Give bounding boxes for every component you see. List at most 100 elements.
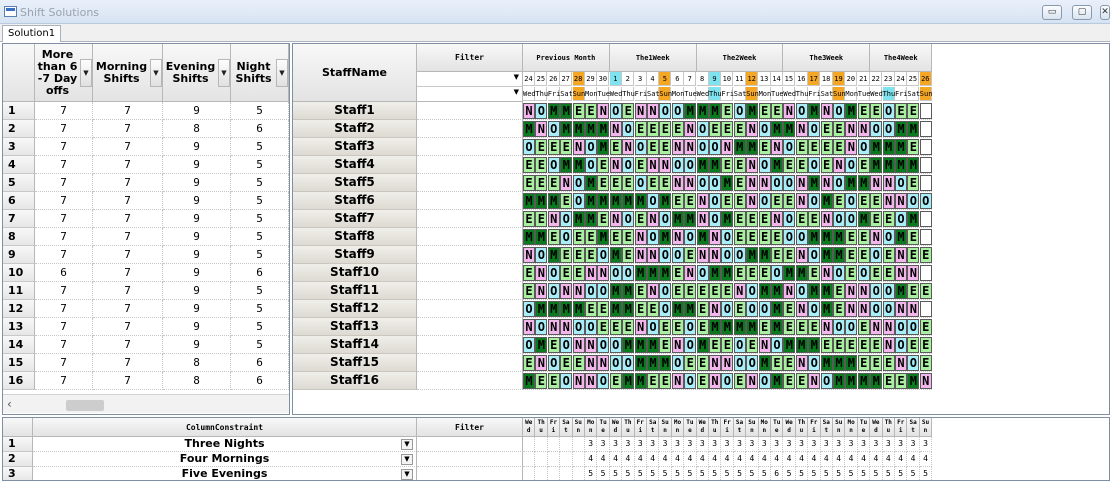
shift-cell[interactable]: E	[659, 121, 672, 137]
shift-cell[interactable]: N	[709, 355, 721, 371]
shift-cell[interactable]: O	[795, 283, 808, 299]
scroll-left-icon[interactable]: ‹	[7, 397, 12, 411]
horizontal-scrollbar[interactable]: ‹	[3, 394, 289, 413]
shift-cell[interactable]: E	[560, 139, 573, 155]
chevron-down-icon[interactable]: ▼	[218, 59, 230, 87]
summary-cell[interactable]: 6	[231, 264, 289, 282]
shift-cell[interactable]: M	[833, 247, 845, 263]
constraint-value[interactable]	[523, 437, 536, 452]
shift-cell[interactable]: O	[721, 247, 734, 263]
shift-cell[interactable]: E	[808, 211, 821, 227]
shift-cell[interactable]: M	[560, 301, 573, 317]
shift-cell[interactable]: N	[857, 301, 870, 317]
shift-cell[interactable]: E	[758, 265, 771, 281]
shift-cell[interactable]: N	[746, 373, 759, 389]
shift-cell[interactable]: O	[659, 103, 672, 119]
constraint-value[interactable]	[547, 452, 561, 467]
shift-cell[interactable]: M	[783, 121, 796, 137]
shift-cell[interactable]: N	[634, 103, 647, 119]
shift-cell[interactable]: O	[634, 139, 647, 155]
constraint-value[interactable]: 4	[585, 452, 598, 467]
shift-cell[interactable]: E	[783, 301, 796, 317]
shift-cell[interactable]: E	[659, 373, 672, 389]
shift-cell[interactable]: O	[895, 337, 907, 353]
shift-cell[interactable]: M	[857, 373, 870, 389]
shift-cell[interactable]: O	[696, 175, 709, 191]
shift-cell[interactable]: O	[671, 355, 684, 371]
shift-cell[interactable]: M	[535, 193, 548, 209]
summary-cell[interactable]: 7	[35, 120, 93, 138]
week-group-header[interactable]: The2Week	[696, 44, 784, 72]
shift-cell[interactable]: E	[746, 337, 759, 353]
shift-cell[interactable]: E	[647, 175, 659, 191]
shift-cell[interactable]: O	[771, 337, 783, 353]
shift-cell[interactable]: E	[795, 157, 808, 173]
shift-cell[interactable]: M	[709, 157, 721, 173]
shift-cell[interactable]: O	[709, 211, 721, 227]
staff-filter-cell[interactable]	[417, 192, 523, 210]
constraint-value[interactable]: 3	[634, 437, 647, 452]
constraint-value[interactable]	[548, 467, 561, 480]
summary-cell[interactable]: 9	[163, 282, 231, 300]
shift-cell[interactable]: E	[895, 373, 907, 389]
constraint-value[interactable]: 3	[882, 437, 895, 452]
shift-cell[interactable]: N	[795, 301, 808, 317]
shift-cell[interactable]: E	[585, 103, 597, 119]
shift-cell[interactable]: E	[857, 229, 870, 245]
shift-cell[interactable]: E	[833, 121, 845, 137]
shift-cell[interactable]: O	[746, 301, 759, 317]
shift-cell[interactable]: N	[647, 283, 659, 299]
shift-cell[interactable]: E	[895, 103, 907, 119]
shift-cell[interactable]: E	[833, 301, 845, 317]
shift-cell[interactable]: N	[907, 301, 920, 317]
shift-cell[interactable]: N	[721, 355, 734, 371]
shift-cell[interactable]: E	[535, 175, 548, 191]
shift-cell[interactable]: N	[795, 121, 808, 137]
shift-cell[interactable]: O	[560, 229, 573, 245]
shift-cell[interactable]: E	[733, 157, 746, 173]
shift-cell[interactable]: M	[845, 355, 858, 371]
shift-cell[interactable]: O	[808, 355, 821, 371]
shift-cell[interactable]: O	[771, 175, 783, 191]
shift-cell[interactable]: O	[622, 265, 635, 281]
shift-cell[interactable]: N	[634, 319, 647, 335]
shift-cell[interactable]: N	[758, 175, 771, 191]
shift-cell[interactable]: M	[758, 283, 771, 299]
constraint-value[interactable]	[535, 452, 548, 467]
shift-cell[interactable]: E	[622, 103, 635, 119]
shift-cell[interactable]: M	[820, 283, 833, 299]
constraint-value[interactable]: 5	[709, 467, 722, 480]
shift-cell[interactable]: M	[609, 283, 622, 299]
shift-cell[interactable]: E	[659, 175, 672, 191]
shift-cell[interactable]: E	[882, 265, 895, 281]
shift-cell[interactable]: O	[795, 103, 808, 119]
shift-cell[interactable]: N	[585, 337, 597, 353]
shift-cell[interactable]: M	[845, 103, 858, 119]
shift-cell[interactable]: E	[907, 247, 920, 263]
shift-cell[interactable]: M	[585, 121, 597, 137]
shift-cell[interactable]: M	[746, 103, 759, 119]
constraint-value[interactable]: 3	[919, 437, 933, 452]
constraint-value[interactable]: 5	[647, 467, 660, 480]
shift-cell[interactable]: M	[820, 247, 833, 263]
constraint-value[interactable]: 3	[771, 437, 784, 452]
shift-cell[interactable]: O	[585, 139, 597, 155]
shift-cell[interactable]: O	[547, 283, 560, 299]
shift-cell[interactable]: E	[647, 121, 659, 137]
staff-name[interactable]: Staff9	[293, 246, 417, 264]
filter-weekday-select[interactable]: ▼	[417, 87, 523, 102]
shift-cell[interactable]: M	[857, 175, 870, 191]
shift-cell[interactable]: M	[857, 211, 870, 227]
shift-cell[interactable]: N	[709, 301, 721, 317]
shift-cell[interactable]: O	[684, 319, 697, 335]
shift-cell[interactable]: O	[758, 121, 771, 137]
summary-cell[interactable]: 9	[163, 246, 231, 264]
shift-cell[interactable]: M	[659, 355, 672, 371]
shift-cell[interactable]: E	[882, 211, 895, 227]
shift-cell[interactable]: N	[907, 265, 920, 281]
shift-cell[interactable]: M	[808, 175, 821, 191]
shift-cell[interactable]	[919, 301, 932, 317]
shift-cell[interactable]: O	[783, 139, 796, 155]
shift-cell[interactable]: O	[572, 319, 585, 335]
shift-cell[interactable]: M	[523, 229, 535, 245]
